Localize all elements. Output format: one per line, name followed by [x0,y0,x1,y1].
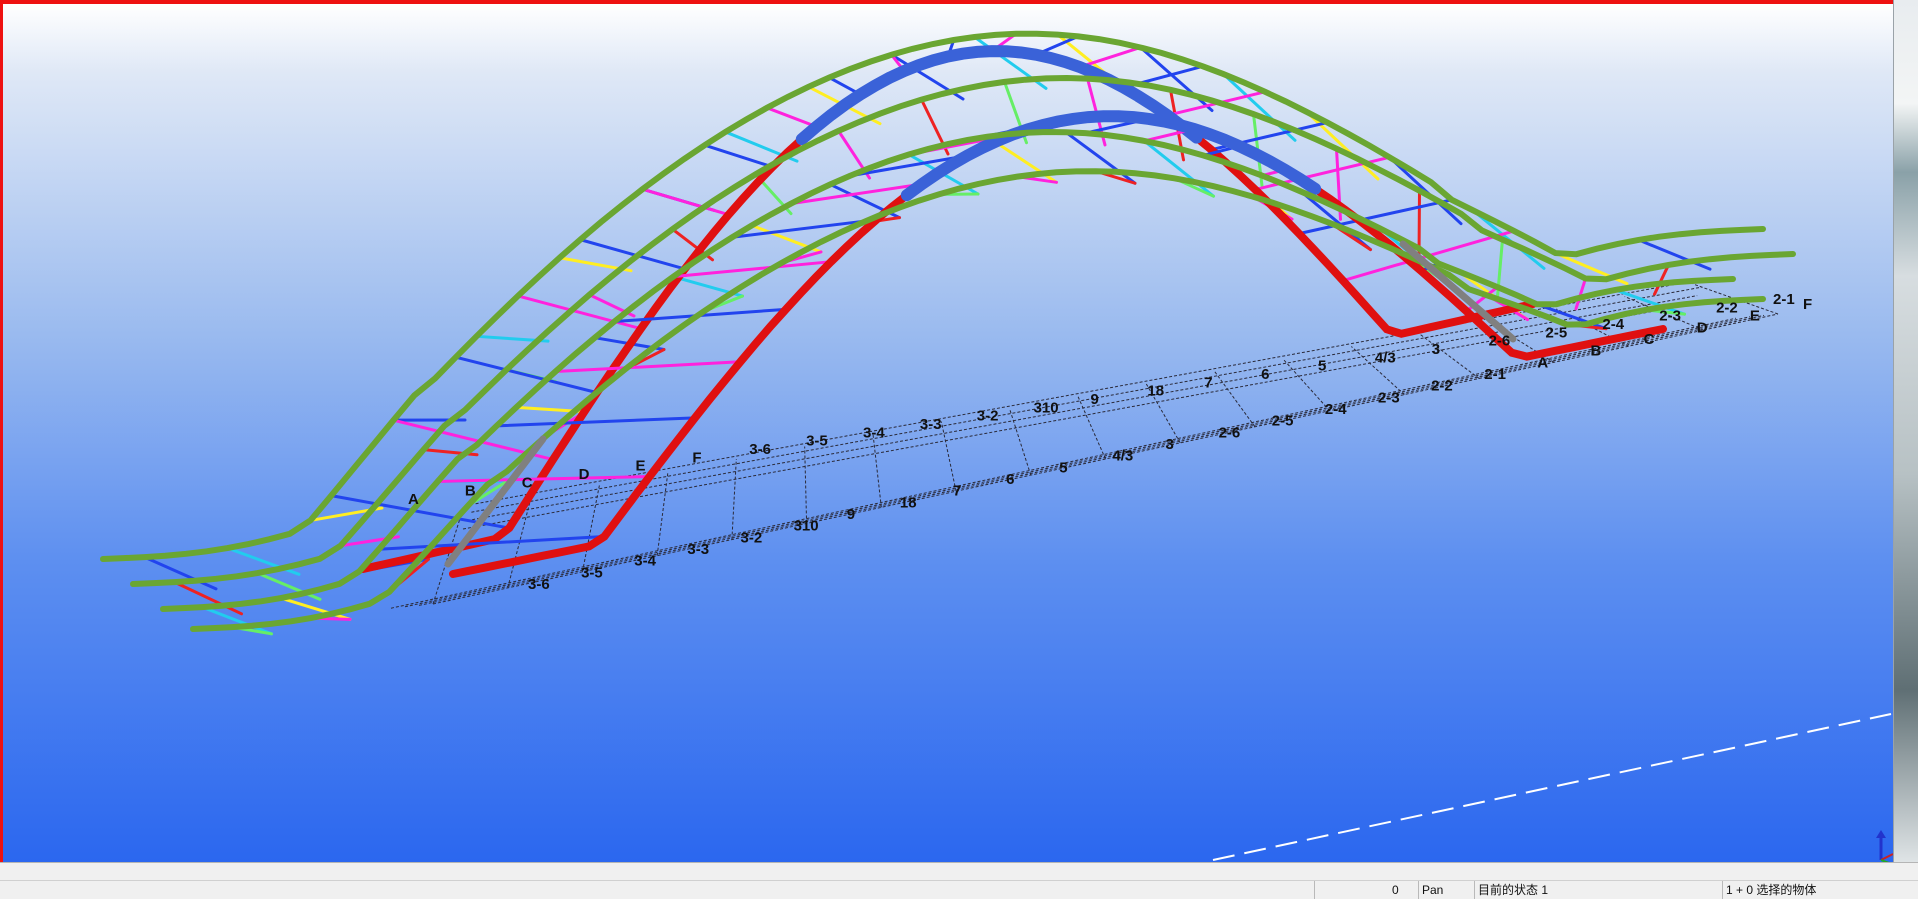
grid-label: 18 [900,494,917,511]
brace-member [1576,279,1586,309]
grid-lines [391,279,1778,608]
status-bar: 0 Pan 目前的状态 1 1 + 0 选择的物体 [0,862,1918,899]
grid-label: A [1537,354,1548,371]
web-member [456,357,597,392]
grid-label: 3-2 [741,529,763,546]
web-member [556,362,741,372]
grid-label: E [636,458,646,475]
status-state: 目前的状态 1 [1478,881,1548,899]
grid-label: 7 [953,483,961,500]
grid-label: 310 [794,518,819,535]
grid-label: 3-3 [687,541,709,558]
grid-label: A [408,491,419,508]
grid-label: 310 [1034,399,1059,416]
web-member [497,418,695,426]
bridge-model-scene[interactable]: A B C D E F 3-6 3-5 3-4 3-3 3-2 310 9 18 7 6 5 4/3 3 2-6 2-5… [3,4,1893,862]
grid-label: F [692,449,701,466]
grid-label: 2-3 [1659,308,1681,325]
grid-label: 3-4 [634,553,656,570]
structural-members [103,34,1793,634]
work-plane-edge [1213,714,1891,860]
grid-label: 2-1 [1484,366,1506,383]
grid-label: 2-3 [1378,389,1400,406]
grid-label: 2-2 [1716,299,1738,316]
coordinate-axis-icon [1875,830,1893,862]
status-selection: 1 + 0 选择的物体 [1726,881,1816,899]
grid-label: 2-4 [1325,401,1347,418]
3d-model-viewport[interactable]: A B C D E F 3-6 3-5 3-4 3-3 3-2 310 9 18 7 6 5 4/3 3 2-6 2-5… [0,0,1893,862]
grid-label: 3 [1166,436,1174,453]
horizon-line [1213,714,1891,860]
grid-label: 3 [1432,341,1440,358]
grid-label: 9 [1091,391,1099,408]
grid-label: 2-4 [1602,316,1624,333]
web-member [767,108,816,127]
grid-label: 3-2 [977,408,999,425]
grid-label: 3-6 [528,576,550,593]
grid-label: C [1644,331,1655,348]
grid-label: 2-5 [1272,413,1294,430]
grid-label: 5 [1318,358,1326,375]
grid-label: 2-6 [1489,333,1511,350]
grid-label: 2-5 [1546,324,1568,341]
grid-label: C [522,474,533,491]
grid-cross-line [1010,409,1031,475]
grid-cross-line [805,447,807,524]
web-member [1080,47,1141,67]
web-member [673,262,831,277]
grid-cross-line [873,434,881,507]
grid-label: 18 [1147,383,1164,400]
grid-label: 4/3 [1112,448,1133,465]
grid-cross-line [582,484,599,572]
grid-label: 3-3 [920,416,942,433]
background-desktop-strip [1893,0,1918,862]
grid-cross-line [941,422,956,492]
grid-label: 2-6 [1219,424,1241,441]
grid-label: 3-4 [863,424,885,441]
grid-label: 3-6 [749,441,771,458]
status-mode: Pan [1422,881,1443,899]
grid-label: D [579,466,590,483]
grid-label: F [1803,296,1812,313]
status-count: 0 [1392,881,1399,899]
grid-label: 7 [1204,374,1212,391]
grid-label: B [465,483,476,500]
grid-label: 5 [1059,459,1067,476]
grid-label: B [1591,343,1602,360]
grid-label: 3-5 [806,433,828,450]
grid-label: 6 [1261,366,1269,383]
grid-label: 9 [847,506,855,523]
grid-label: 4/3 [1375,349,1396,366]
grid-label: E [1750,308,1760,325]
grid-label: 6 [1006,471,1014,488]
grid-label: 2-1 [1773,291,1795,308]
grid-cross-line [1420,334,1479,378]
grid-label: 3-5 [581,564,603,581]
grid-label: 2-2 [1431,378,1453,395]
grid-cross-line [657,472,668,556]
grid-label: D [1697,319,1708,336]
